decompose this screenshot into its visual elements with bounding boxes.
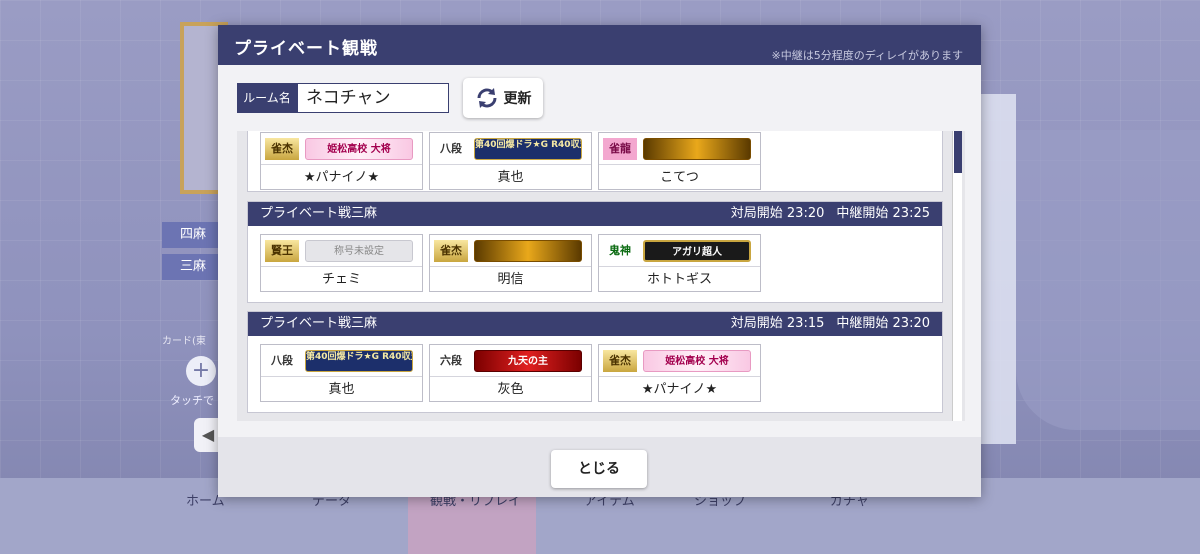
- room-name-label: ルーム名: [237, 83, 297, 113]
- player-name: 真也: [328, 382, 355, 397]
- player-card[interactable]: 鬼神 アガリ超人 ホトトギス: [598, 234, 761, 292]
- rank-badge: 八段: [271, 353, 293, 367]
- title-badge: [643, 137, 751, 160]
- player-name: 灰色: [497, 382, 524, 397]
- rank-badge: 雀龍: [603, 137, 637, 160]
- title-badge: [474, 239, 582, 262]
- match-relay-time: 中継開始 23:20: [836, 316, 930, 331]
- room-name-row: ルーム名 ネコチャン: [237, 83, 449, 113]
- rank-badge: 雀杰: [434, 239, 468, 262]
- player-card[interactable]: 雀杰 姫松高校 大将 ★パナイノ★: [260, 132, 423, 190]
- player-row: 雀杰姫松高校 大将 ★パナイノ★ 八段第40回爆ドラ★G R40収支ランク31位…: [248, 131, 942, 190]
- player-card[interactable]: 六段 九天の主 灰色: [429, 344, 592, 402]
- rank-badge: 八段: [440, 141, 462, 155]
- title-badge: 第40回爆ドラ★G R40収支ランク31位: [474, 137, 582, 160]
- match-name: プライベート戦三麻: [260, 206, 378, 221]
- title-badge: アガリ超人: [643, 239, 751, 262]
- match-name: プライベート戦三麻: [260, 316, 378, 331]
- rank-badge: 鬼神: [609, 243, 631, 257]
- title-badge: 第40回爆ドラ★G R40収支ランク31位: [305, 349, 413, 372]
- title-badge: 姫松高校 大将: [305, 137, 413, 160]
- match-card[interactable]: 雀杰姫松高校 大将 ★パナイノ★ 八段第40回爆ドラ★G R40収支ランク31位…: [247, 131, 943, 192]
- title-badge: 九天の主: [474, 349, 582, 372]
- refresh-button[interactable]: 更新: [463, 78, 543, 118]
- player-card[interactable]: 雀杰 明信: [429, 234, 592, 292]
- rank-badge: 六段: [440, 353, 462, 367]
- scrollbar-thumb[interactable]: [954, 131, 962, 173]
- match-start-time: 対局開始 23:20: [730, 206, 825, 221]
- player-row: 八段第40回爆ドラ★G R40収支ランク31位 真也 六段九天の主 灰色 雀杰姫…: [248, 336, 942, 402]
- player-name: こてつ: [660, 170, 699, 185]
- mode-3-player: 三麻: [162, 254, 218, 280]
- match-start-time: 対局開始 23:15: [730, 316, 825, 331]
- modal-header: プライベート観戦 ※中継は5分程度のディレイがあります: [218, 25, 981, 65]
- background-panel: [980, 94, 1016, 444]
- player-card[interactable]: 雀杰 姫松高校 大将 ★パナイノ★: [598, 344, 761, 402]
- room-name-input[interactable]: ネコチャン: [297, 83, 449, 113]
- player-card[interactable]: 賢王 称号未設定 チェミ: [260, 234, 423, 292]
- player-card[interactable]: 雀龍 こてつ: [598, 132, 761, 190]
- match-card[interactable]: プライベート戦三麻 対局開始 23:15 中継開始 23:20 八段 第40回爆ドラ…: [247, 311, 943, 413]
- player-name: ★パナイノ★: [303, 170, 380, 185]
- rank-badge: 雀杰: [603, 349, 637, 372]
- match-header: プライベート戦三麻 対局開始 23:15 中継開始 23:20: [248, 312, 942, 336]
- private-watch-modal: プライベート観戦 ※中継は5分程度のディレイがあります ルーム名 ネコチャン 更…: [218, 25, 981, 497]
- player-card[interactable]: 八段第40回爆ドラ★G R40収支ランク31位 真也: [429, 132, 592, 190]
- close-button[interactable]: とじる: [551, 450, 647, 488]
- scrollbar[interactable]: [952, 131, 962, 421]
- match-list[interactable]: 雀杰姫松高校 大将 ★パナイノ★ 八段第40回爆ドラ★G R40収支ランク31位…: [237, 131, 965, 421]
- title-badge: 称号未設定: [305, 239, 413, 262]
- plus-icon: +: [186, 356, 216, 386]
- modal-title: プライベート観戦: [234, 39, 378, 59]
- player-name: ホトトギス: [646, 272, 712, 287]
- match-card[interactable]: プライベート戦三麻 対局開始 23:20 中継開始 23:25 賢王 称号未設定 チ…: [247, 201, 943, 303]
- background-panel-2: [1016, 130, 1200, 430]
- rank-badge: 雀杰: [265, 137, 299, 160]
- match-header: プライベート戦三麻 対局開始 23:20 中継開始 23:25: [248, 202, 942, 226]
- title-badge: 姫松高校 大将: [643, 349, 751, 372]
- player-card[interactable]: 八段第40回爆ドラ★G R40収支ランク31位 真也: [260, 344, 423, 402]
- player-name: チェミ: [321, 272, 361, 287]
- player-row: 賢王 称号未設定 チェミ 雀杰 明信 鬼神 アガリ超人 ホトトギス: [248, 226, 942, 292]
- card-label: カード(東: [162, 336, 206, 347]
- touch-hint: タッチで: [170, 394, 214, 407]
- player-name: 真也: [497, 170, 524, 185]
- refresh-label: 更新: [503, 91, 532, 107]
- match-relay-time: 中継開始 23:25: [836, 206, 930, 221]
- player-name: 明信: [497, 272, 524, 287]
- refresh-icon: [477, 88, 496, 108]
- mode-4-player: 四麻: [162, 222, 218, 248]
- player-name: ★パナイノ★: [641, 382, 718, 397]
- delay-note: ※中継は5分程度のディレイがあります: [771, 49, 963, 62]
- rank-badge: 賢王: [265, 239, 299, 262]
